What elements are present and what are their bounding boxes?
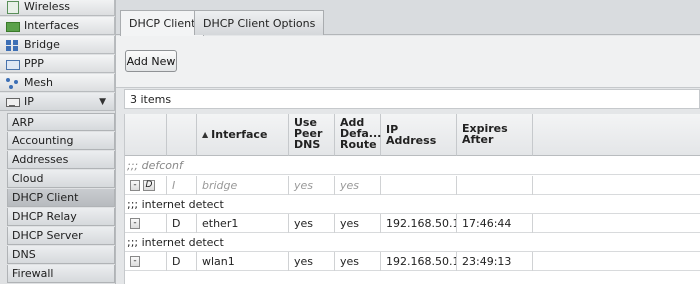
submenu-item-dhcp-server[interactable]: DHCP Server: [7, 227, 115, 245]
submenu-item-label: DHCP Relay: [12, 210, 77, 223]
submenu-item-label: DHCP Server: [12, 229, 83, 242]
tab-dhcp-client[interactable]: DHCP Client: [120, 10, 205, 36]
mesh-icon: [5, 77, 19, 89]
submenu-item-dhcp-client[interactable]: DHCP Client: [7, 189, 115, 207]
row-actions: -: [125, 252, 167, 271]
column-header-ip-address[interactable]: IP Address: [381, 114, 457, 156]
submenu-item-dns[interactable]: DNS: [7, 246, 115, 264]
row-use-peer-dns: yes: [289, 176, 335, 195]
submenu-item-label: Addresses: [12, 153, 69, 166]
submenu-item-dhcp-relay[interactable]: DHCP Relay: [7, 208, 115, 226]
submenu-item-addresses[interactable]: Addresses: [7, 151, 115, 169]
row-use-peer-dns: yes: [289, 214, 335, 233]
sidebar-item-label: IP: [24, 95, 34, 108]
sidebar-item-label: Bridge: [24, 38, 60, 51]
interfaces-icon: [5, 20, 20, 32]
row-expires-after: 23:49:13: [457, 252, 533, 271]
row-ip-address: 192.168.50.19: [381, 214, 457, 233]
row-ip-address: 192.168.50.19: [381, 252, 457, 271]
row-flag: D: [167, 214, 197, 233]
remove-button[interactable]: -: [130, 218, 140, 229]
submenu-item-label: Accounting: [12, 134, 74, 147]
column-header-interface[interactable]: ▲ Interface: [197, 114, 289, 156]
submenu-item-arp[interactable]: ARP: [7, 113, 115, 131]
bridge-icon: [5, 39, 19, 51]
column-header-label: IP Address: [386, 122, 437, 147]
submenu-item-label: Firewall: [12, 267, 54, 280]
row-add-default-route: yes: [335, 252, 381, 271]
submenu-item-accounting[interactable]: Accounting: [7, 132, 115, 150]
expand-arrow-icon: ▼: [99, 97, 106, 107]
column-header-label: Interface: [211, 128, 268, 141]
submenu-item-cloud[interactable]: Cloud: [7, 170, 115, 188]
comment-row: ;;; internet detect: [125, 233, 700, 252]
row-add-default-route: yes: [335, 176, 381, 195]
disable-toggle-button[interactable]: D: [143, 180, 155, 191]
row-actions: - D: [125, 176, 167, 195]
submenu-item-label: Cloud: [12, 172, 44, 185]
sort-ascending-icon: ▲: [202, 130, 209, 139]
row-use-peer-dns: yes: [289, 252, 335, 271]
row-comment: ;;; internet detect: [127, 197, 224, 211]
item-count: 3 items: [124, 89, 700, 109]
row-flag: I: [167, 176, 197, 195]
ppp-icon: [5, 58, 20, 70]
sidebar-item-mesh[interactable]: Mesh: [0, 74, 115, 92]
sidebar-item-label: Wireless: [24, 0, 71, 13]
sidebar-item-ip[interactable]: IP ▼: [0, 93, 115, 111]
sidebar-item-wireless[interactable]: Wireless: [0, 0, 115, 16]
sidebar-item-ppp[interactable]: PPP: [0, 55, 115, 73]
column-header-filler: [533, 114, 700, 156]
comment-row: ;;; defconf: [125, 156, 700, 175]
add-new-button[interactable]: Add New: [125, 50, 177, 72]
tab-dhcp-client-options[interactable]: DHCP Client Options: [194, 10, 325, 35]
sidebar-item-interfaces[interactable]: Interfaces: [0, 17, 115, 35]
sidebar-item-label: Mesh: [24, 76, 53, 89]
row-flag: D: [167, 252, 197, 271]
column-header-expires-after[interactable]: Expires After: [457, 114, 533, 156]
table-row[interactable]: - D I bridge yes yes: [125, 176, 700, 195]
sidebar-item-bridge[interactable]: Bridge: [0, 36, 115, 54]
submenu-item-firewall[interactable]: Firewall: [7, 265, 115, 283]
toolbar: Add New: [116, 36, 700, 88]
sidebar-item-label: Interfaces: [24, 19, 79, 32]
row-interface: bridge: [197, 176, 289, 195]
remove-button[interactable]: -: [130, 256, 140, 267]
row-interface: ether1: [197, 214, 289, 233]
column-header-actions: [125, 114, 167, 156]
column-header-use-peer-dns[interactable]: Use Peer DNS: [289, 114, 335, 156]
dhcp-client-table: ▲ Interface Use Peer DNS Add Defa... Rou…: [124, 114, 700, 284]
submenu-item-label: DNS: [12, 248, 36, 261]
row-interface: wlan1: [197, 252, 289, 271]
row-expires-after: [457, 176, 533, 195]
tab-bar: DHCP Client DHCP Client Options: [116, 0, 700, 36]
column-header-flags: [167, 114, 197, 156]
table-row[interactable]: - D wlan1 yes yes 192.168.50.19 23:49:13: [125, 252, 700, 271]
column-header-add-default-route[interactable]: Add Defa... Route: [335, 114, 381, 156]
main-panel: DHCP Client DHCP Client Options Add New …: [116, 0, 700, 284]
sidebar: Wireless Interfaces Bridge PPP Mesh IP ▼…: [0, 0, 116, 284]
wireless-icon: [5, 0, 19, 14]
row-comment: ;;; defconf: [127, 158, 183, 172]
row-add-default-route: yes: [335, 214, 381, 233]
ip-icon: [5, 96, 20, 108]
table-row[interactable]: - D ether1 yes yes 192.168.50.19 17:46:4…: [125, 214, 700, 233]
submenu-item-label: ARP: [12, 115, 34, 129]
row-actions: -: [125, 214, 167, 233]
row-expires-after: 17:46:44: [457, 214, 533, 233]
comment-row: ;;; internet detect: [125, 195, 700, 214]
sidebar-item-label: PPP: [24, 57, 44, 70]
remove-button[interactable]: -: [130, 180, 140, 191]
row-ip-address: [381, 176, 457, 195]
row-comment: ;;; internet detect: [127, 235, 224, 249]
submenu-item-label: DHCP Client: [12, 191, 79, 204]
